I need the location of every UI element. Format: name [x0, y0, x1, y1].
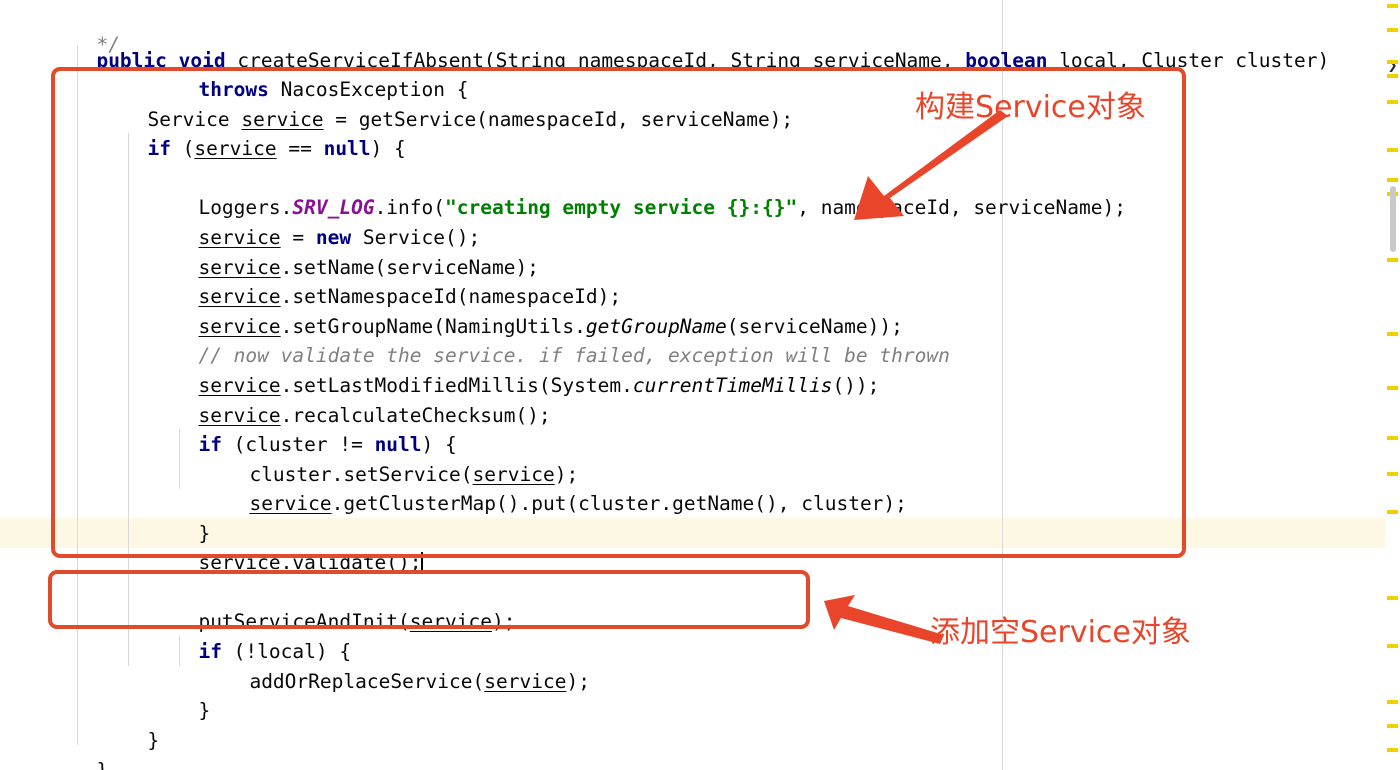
- code-line[interactable]: Loggers.SRV_LOG.info("creating empty ser…: [0, 163, 1386, 219]
- gutter-marker[interactable]: [1387, 724, 1398, 728]
- gutter-marker[interactable]: [1387, 148, 1398, 152]
- code-surface[interactable]: */ public void createServiceIfAbsent(Str…: [0, 0, 1386, 770]
- code-line[interactable]: cluster.setService(service);: [0, 430, 1386, 486]
- code-line[interactable]: [0, 548, 1386, 578]
- gutter-marker[interactable]: [1387, 258, 1398, 262]
- code-line[interactable]: putServiceAndInit(service);: [0, 577, 1386, 633]
- code-line[interactable]: if (cluster != null) {: [0, 400, 1386, 456]
- code-editor[interactable]: */ public void createServiceIfAbsent(Str…: [0, 0, 1400, 770]
- code-line[interactable]: if (service == null) {: [0, 104, 1386, 160]
- gutter-marker[interactable]: [1387, 178, 1398, 182]
- gutter-marker[interactable]: [1387, 100, 1398, 104]
- code-line[interactable]: }: [0, 489, 1386, 545]
- gutter-marker[interactable]: [1387, 28, 1398, 32]
- code-line[interactable]: public void createServiceIfAbsent(String…: [0, 16, 1386, 72]
- code-line[interactable]: [0, 134, 1386, 164]
- code-line[interactable]: throws NacosException {: [0, 45, 1386, 101]
- code-line[interactable]: }: [0, 696, 1386, 752]
- code-line[interactable]: service = new Service();: [0, 193, 1386, 249]
- code-line[interactable]: service.setNamespaceId(namespaceId);: [0, 252, 1386, 308]
- vertical-scrollbar-thumb[interactable]: [1390, 186, 1396, 252]
- code-line[interactable]: service.setLastModifiedMillis(System.cur…: [0, 341, 1386, 397]
- code-line[interactable]: // now validate the service. if failed, …: [0, 311, 1386, 367]
- gutter-marker[interactable]: [1387, 4, 1398, 8]
- annotation-label-service-construction: 构建Service对象: [915, 90, 1146, 125]
- code-line-current[interactable]: service.validate();: [0, 518, 1386, 574]
- gutter-marker[interactable]: [1387, 60, 1398, 64]
- code-line[interactable]: service.getClusterMap().put(cluster.getN…: [0, 459, 1386, 515]
- annotation-label-put-service: 添加空Service对象: [930, 615, 1191, 650]
- gutter-marker[interactable]: [1387, 748, 1398, 752]
- gutter-marker[interactable]: [1387, 510, 1398, 514]
- code-line[interactable]: }: [0, 726, 1386, 770]
- editor-scroll-gutter[interactable]: ❯: [1385, 0, 1400, 770]
- gutter-marker[interactable]: [1387, 74, 1398, 78]
- gutter-marker[interactable]: [1387, 332, 1398, 336]
- gutter-marker[interactable]: [1387, 436, 1398, 440]
- gutter-marker[interactable]: [1387, 596, 1398, 600]
- gutter-marker[interactable]: [1387, 644, 1398, 648]
- code-line[interactable]: service.setName(serviceName);: [0, 223, 1386, 279]
- code-line[interactable]: Service service = getService(namespaceId…: [0, 75, 1386, 131]
- code-line[interactable]: service.setGroupName(NamingUtils.getGrou…: [0, 282, 1386, 338]
- code-line[interactable]: service.recalculateChecksum();: [0, 371, 1386, 427]
- gutter-marker[interactable]: [1387, 700, 1398, 704]
- gutter-marker[interactable]: [1387, 472, 1398, 476]
- code-line[interactable]: }: [0, 666, 1386, 722]
- gutter-marker[interactable]: [1387, 386, 1398, 390]
